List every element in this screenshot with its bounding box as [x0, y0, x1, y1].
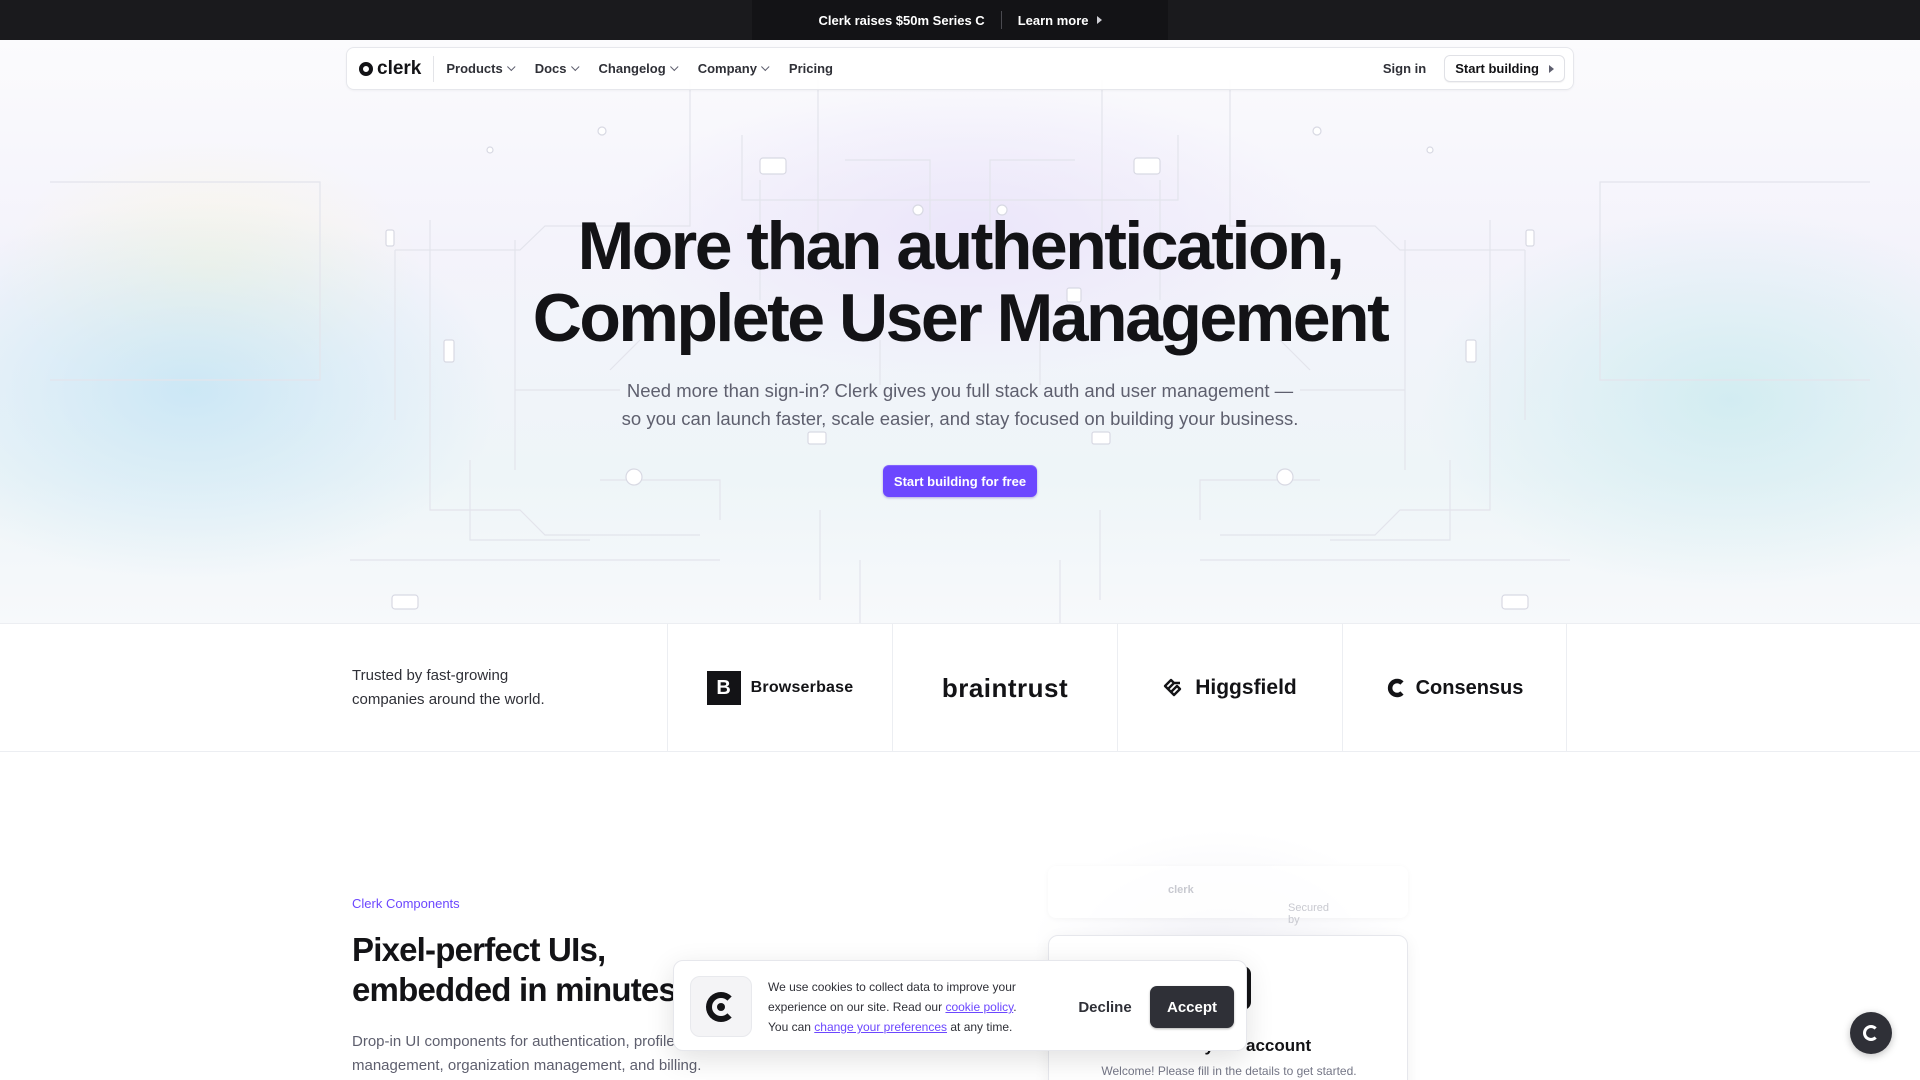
trusted-by-line1: Trusted by fast-growing: [352, 667, 509, 684]
nav-item-pricing[interactable]: Pricing: [789, 61, 833, 76]
chevron-down-icon: [669, 62, 679, 71]
consensus-logo-icon: [1387, 678, 1404, 698]
announcement-tab: Clerk raises $50m Series C Learn more: [752, 0, 1168, 40]
section-eyebrow: Clerk Components: [352, 896, 460, 911]
higgsfield-logo-icon: [1164, 678, 1182, 697]
browserbase-logo-text: Browserbase: [750, 679, 854, 696]
clerk-logo-icon: [359, 61, 373, 76]
customer-logo-consensus: Consensus: [1342, 624, 1567, 752]
change-preferences-link[interactable]: change your preferences: [814, 1020, 947, 1034]
clerk-mark-ring: [706, 991, 736, 1022]
nav-item-docs[interactable]: Docs: [534, 61, 580, 76]
clerk-cookie-icon: [690, 976, 752, 1037]
play-arrow-icon: [1549, 64, 1554, 73]
section-description-line2: management, organization management, and…: [352, 1057, 702, 1074]
learn-more-label: Learn more: [1017, 12, 1089, 28]
cookie-policy-link[interactable]: cookie policy: [945, 1000, 1013, 1014]
start-building-button[interactable]: Start building: [1444, 55, 1565, 82]
trusted-by-section: Trusted by fast-growing companies around…: [0, 624, 1920, 752]
hero-subtitle-line1: Need more than sign-in? Clerk gives you …: [626, 380, 1294, 401]
nav-item-label: Pricing: [788, 61, 833, 76]
sign-in-link[interactable]: Sign in: [1383, 61, 1426, 76]
sign-up-card-subtitle: Welcome! Please fill in the details to g…: [1101, 1064, 1357, 1078]
top-navigation: clerk Products Docs Changelog Company Pr…: [346, 47, 1574, 90]
chevron-down-icon: [570, 62, 580, 71]
chevron-down-icon: [760, 62, 770, 71]
help-chat-button[interactable]: [1850, 1012, 1892, 1054]
accept-button[interactable]: Accept: [1150, 986, 1234, 1028]
hero-title-line1: More than authentication,: [577, 208, 1345, 284]
learn-more-link[interactable]: Learn more: [1018, 13, 1102, 28]
cookie-banner: We use cookies to collect data to improv…: [673, 960, 1247, 1051]
hero-subtitle: Need more than sign-in? Clerk gives you …: [560, 377, 1360, 433]
clerk-logo-text: clerk: [377, 57, 422, 79]
nav-item-company[interactable]: Company: [697, 61, 770, 76]
hero-subtitle-line2: so you can launch faster, scale easier, …: [621, 408, 1299, 429]
chevron-down-icon: [506, 62, 516, 71]
customer-logo-braintrust: braintrust: [892, 624, 1117, 752]
customer-logo-higgsfield: Higgsfield: [1117, 624, 1342, 752]
clerk-logo[interactable]: clerk: [359, 55, 435, 82]
trusted-by-text: Trusted by fast-growing companies around…: [352, 664, 572, 712]
browserbase-logo-icon: B: [706, 671, 741, 705]
start-building-free-button[interactable]: Start building for free: [883, 465, 1037, 497]
announcement-text: Clerk raises $50m Series C: [818, 12, 985, 28]
hero-title-line2: Complete User Management: [532, 280, 1390, 356]
hero-title: More than authentication, Complete User …: [360, 210, 1560, 354]
nav-item-label: Company: [697, 61, 757, 76]
trusted-by-line2: companies around the world.: [352, 691, 545, 708]
cookie-text-part3: at any time.: [947, 1020, 1013, 1034]
braintrust-logo-text: braintrust: [941, 672, 1069, 703]
consensus-logo-text: Consensus: [1415, 676, 1524, 699]
clerk-mark-dot: [717, 1002, 725, 1011]
customer-logo-browserbase: B Browserbase: [667, 624, 892, 752]
start-building-label: Start building: [1455, 61, 1539, 76]
nav-item-label: Changelog: [598, 61, 666, 76]
nav-actions: Sign in Start building: [1383, 55, 1565, 82]
secured-by-text: Secured by clerk: [1168, 884, 1329, 926]
cookie-message: We use cookies to collect data to improv…: [768, 977, 1038, 1037]
secured-by-bar: Secured by clerk: [1048, 866, 1408, 926]
higgsfield-logo-text: Higgsfield: [1195, 676, 1297, 699]
play-arrow-icon: [1096, 16, 1102, 24]
help-chat-icon: [1863, 1025, 1879, 1041]
nav-item-label: Products: [446, 61, 503, 76]
nav-item-label: Docs: [534, 61, 567, 76]
nav-item-changelog[interactable]: Changelog: [598, 61, 679, 76]
decline-button[interactable]: Decline: [1074, 991, 1136, 1023]
announcement-divider: [1000, 11, 1002, 29]
nav-item-products[interactable]: Products: [446, 61, 516, 76]
announcement-bar: Clerk raises $50m Series C Learn more: [0, 0, 1920, 40]
